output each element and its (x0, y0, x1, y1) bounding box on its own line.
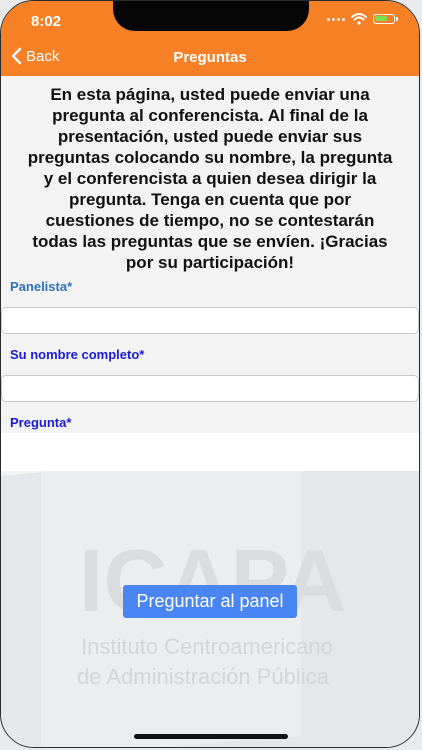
wifi-icon (351, 13, 367, 25)
device-notch (113, 1, 309, 31)
home-indicator (134, 734, 288, 739)
pregunta-textarea[interactable] (1, 433, 419, 471)
page-title: Preguntas (173, 49, 247, 66)
main-content: ICAPA Instituto Centroamericano de Admin… (1, 76, 419, 747)
header-bar: 8:02 Back Preguntas (1, 1, 419, 76)
intro-paragraph: En esta página, usted puede enviar una p… (27, 85, 393, 272)
signal-icon (327, 17, 345, 21)
pregunta-label: Pregunta* (10, 415, 72, 430)
status-time: 8:02 (31, 13, 62, 30)
nombre-label: Su nombre completo* (10, 347, 145, 362)
panelista-input[interactable] (1, 307, 419, 334)
submit-question-button[interactable]: Preguntar al panel (123, 585, 297, 618)
watermark-line1: Instituto Centroamericano (81, 634, 333, 659)
status-icons (327, 13, 398, 25)
phone-screen: 8:02 Back Preguntas ICAPA Instituto Cent… (0, 0, 420, 748)
watermark-line2: de Administración Pública (77, 664, 330, 689)
panelista-label: Panelista* (10, 279, 73, 294)
nombre-input[interactable] (1, 375, 419, 402)
battery-icon (373, 14, 398, 24)
